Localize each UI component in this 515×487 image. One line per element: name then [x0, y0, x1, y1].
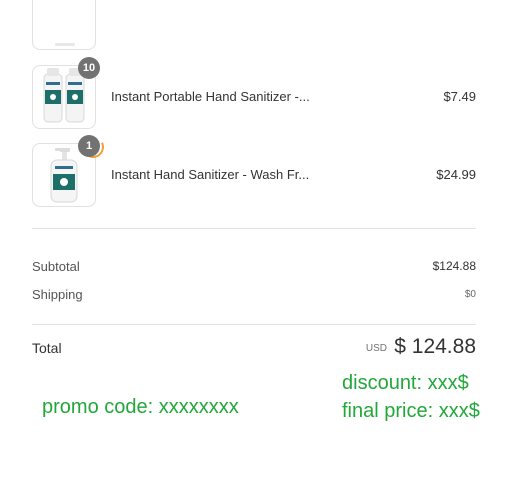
promo-code-annotation: promo code: xxxxxxxx: [42, 396, 239, 418]
bottle-image-partial: [55, 43, 75, 46]
line-item: 1 Instant Hand Sanitizer - Wash Fr... $2…: [32, 132, 476, 207]
subtotal-value: $124.88: [432, 259, 476, 273]
shipping-label: Shipping: [32, 287, 83, 302]
divider: [32, 228, 476, 229]
quantity-badge: 10: [78, 57, 100, 79]
total-label: Total: [32, 340, 62, 356]
total-currency: USD: [365, 343, 387, 354]
product-thumbnail-partial: [32, 0, 96, 50]
discount-annotation: discount: xxx$: [342, 372, 469, 394]
quantity-badge: 1: [78, 135, 100, 157]
divider: [32, 324, 476, 325]
final-price-annotation: final price: xxx$: [342, 400, 480, 422]
shipping-value: $0: [464, 289, 476, 300]
product-name: Instant Hand Sanitizer - Wash Fr...: [111, 167, 310, 182]
product-name: Instant Portable Hand Sanitizer -...: [111, 89, 310, 104]
line-item: 10 Instant Portable Hand Sanitizer -... …: [32, 57, 476, 129]
product-price: $24.99: [436, 167, 476, 182]
total-amount: $ 124.88: [394, 335, 476, 358]
subtotal-label: Subtotal: [32, 259, 80, 274]
product-price: $7.49: [443, 89, 476, 104]
